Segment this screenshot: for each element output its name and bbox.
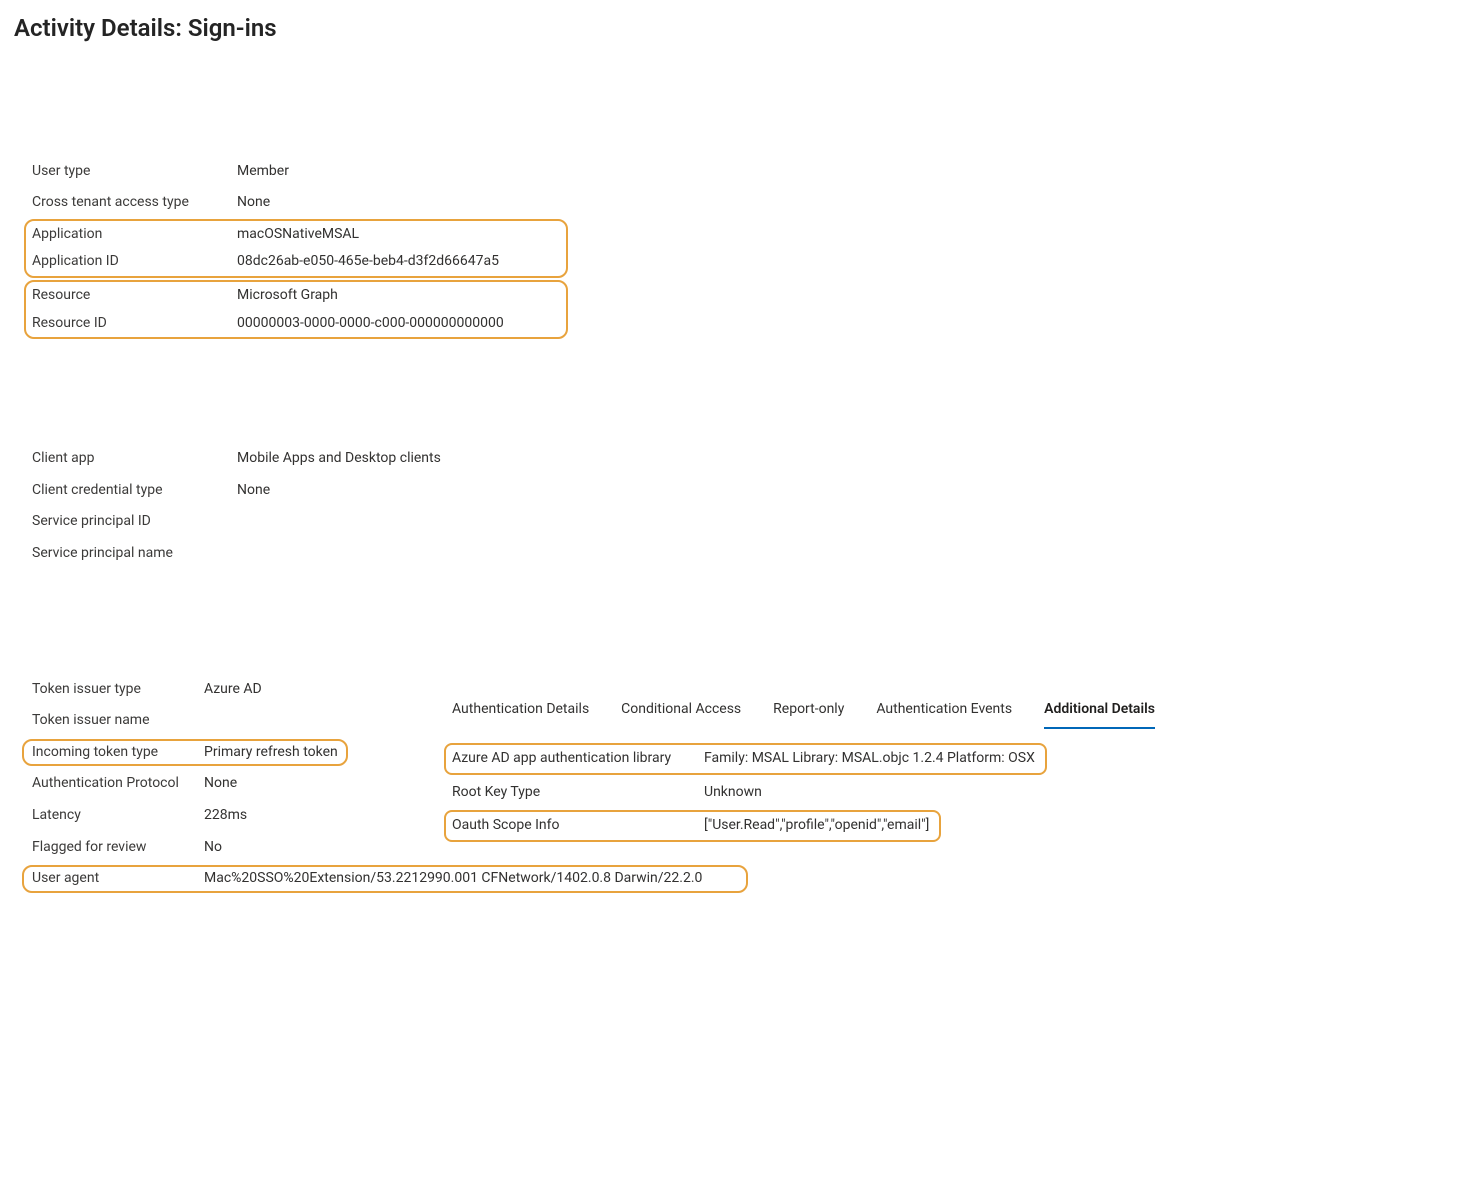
value-root-key: Unknown	[704, 783, 762, 803]
row-issuer-name: Token issuer name	[32, 705, 412, 737]
value-resource: Microsoft Graph	[237, 286, 338, 306]
label-application: Application	[32, 225, 237, 245]
row-latency: Latency 228ms	[32, 800, 412, 832]
label-flagged: Flagged for review	[32, 838, 204, 858]
label-latency: Latency	[32, 806, 204, 826]
value-user-agent: Mac%20SSO%20Extension/53.2212990.001 CFN…	[204, 869, 702, 889]
value-application: macOSNativeMSAL	[237, 225, 359, 245]
label-resource: Resource	[32, 286, 237, 306]
token-section: Token issuer type Azure AD Token issuer …	[32, 674, 412, 864]
label-auth-proto: Authentication Protocol	[32, 774, 204, 794]
highlight-auth-library: Azure AD app authentication library Fami…	[444, 743, 1047, 775]
value-resource-id: 00000003-0000-0000-c000-000000000000	[237, 314, 504, 334]
row-cred-type: Client credential type None	[32, 475, 1464, 507]
row-cross-tenant: Cross tenant access type None	[32, 187, 1464, 219]
row-resource-id: Resource ID 00000003-0000-0000-c000-0000…	[32, 310, 560, 338]
label-sp-name: Service principal name	[32, 544, 237, 564]
row-auth-library: Azure AD app authentication library Fami…	[452, 749, 1035, 769]
label-user-agent: User agent	[32, 869, 204, 889]
row-issuer-type: Token issuer type Azure AD	[32, 674, 412, 706]
value-application-id: 08dc26ab-e050-465e-beb4-d3f2d66647a5	[237, 252, 499, 272]
row-sp-name: Service principal name	[32, 538, 1464, 570]
tabs: Authentication Details Conditional Acces…	[452, 700, 1464, 730]
value-user-type: Member	[237, 162, 289, 182]
label-cred-type: Client credential type	[32, 481, 237, 501]
value-oauth-scope: ["User.Read","profile","openid","email"]	[704, 816, 929, 836]
row-root-key: Root Key Type Unknown	[452, 777, 1464, 809]
value-cred-type: None	[237, 481, 270, 501]
row-incoming-token: Incoming token type Primary refresh toke…	[32, 743, 338, 763]
row-user-agent: User agent Mac%20SSO%20Extension/53.2212…	[32, 869, 738, 889]
label-application-id: Application ID	[32, 252, 237, 272]
highlight-application: Application macOSNativeMSAL Application …	[24, 219, 568, 278]
value-flagged: No	[204, 838, 222, 858]
row-oauth-scope: Oauth Scope Info ["User.Read","profile",…	[452, 816, 929, 836]
value-incoming-token: Primary refresh token	[204, 743, 338, 763]
tab-authentication-details[interactable]: Authentication Details	[452, 700, 589, 730]
value-client-app: Mobile Apps and Desktop clients	[237, 449, 441, 469]
client-section: Client app Mobile Apps and Desktop clien…	[32, 443, 1464, 569]
row-application: Application macOSNativeMSAL	[32, 221, 560, 249]
label-oauth-scope: Oauth Scope Info	[452, 816, 704, 836]
value-latency: 228ms	[204, 806, 247, 826]
label-client-app: Client app	[32, 449, 237, 469]
label-issuer-name: Token issuer name	[32, 711, 204, 731]
row-flagged: Flagged for review No	[32, 832, 412, 864]
page-title: Activity Details: Sign-ins	[14, 12, 1464, 46]
value-cross-tenant: None	[237, 193, 270, 213]
label-root-key: Root Key Type	[452, 783, 704, 803]
tab-authentication-events[interactable]: Authentication Events	[876, 700, 1012, 730]
highlight-incoming-token: Incoming token type Primary refresh toke…	[22, 739, 348, 767]
label-resource-id: Resource ID	[32, 314, 237, 334]
highlight-resource: Resource Microsoft Graph Resource ID 000…	[24, 280, 568, 339]
label-sp-id: Service principal ID	[32, 512, 237, 532]
user-agent-section: User agent Mac%20SSO%20Extension/53.2212…	[32, 865, 1464, 893]
value-issuer-type: Azure AD	[204, 680, 262, 700]
label-auth-library: Azure AD app authentication library	[452, 749, 704, 769]
tab-report-only[interactable]: Report-only	[773, 700, 844, 730]
value-auth-library: Family: MSAL Library: MSAL.objc 1.2.4 Pl…	[704, 749, 1035, 769]
row-sp-id: Service principal ID	[32, 506, 1464, 538]
label-cross-tenant: Cross tenant access type	[32, 193, 237, 213]
row-resource: Resource Microsoft Graph	[32, 282, 560, 310]
label-user-type: User type	[32, 162, 237, 182]
basic-section: User type Member Cross tenant access typ…	[32, 156, 1464, 340]
row-auth-proto: Authentication Protocol None	[32, 768, 412, 800]
highlight-oauth-scope: Oauth Scope Info ["User.Read","profile",…	[444, 810, 941, 842]
tab-additional-details[interactable]: Additional Details	[1044, 700, 1155, 730]
additional-details-panel: Azure AD app authentication library Fami…	[452, 743, 1464, 842]
row-client-app: Client app Mobile Apps and Desktop clien…	[32, 443, 1464, 475]
label-incoming-token: Incoming token type	[32, 743, 204, 763]
highlight-user-agent: User agent Mac%20SSO%20Extension/53.2212…	[22, 865, 748, 893]
row-user-type: User type Member	[32, 156, 1464, 188]
label-issuer-type: Token issuer type	[32, 680, 204, 700]
row-application-id: Application ID 08dc26ab-e050-465e-beb4-d…	[32, 248, 560, 276]
tab-conditional-access[interactable]: Conditional Access	[621, 700, 741, 730]
right-panel: Authentication Details Conditional Acces…	[452, 674, 1464, 844]
value-auth-proto: None	[204, 774, 237, 794]
